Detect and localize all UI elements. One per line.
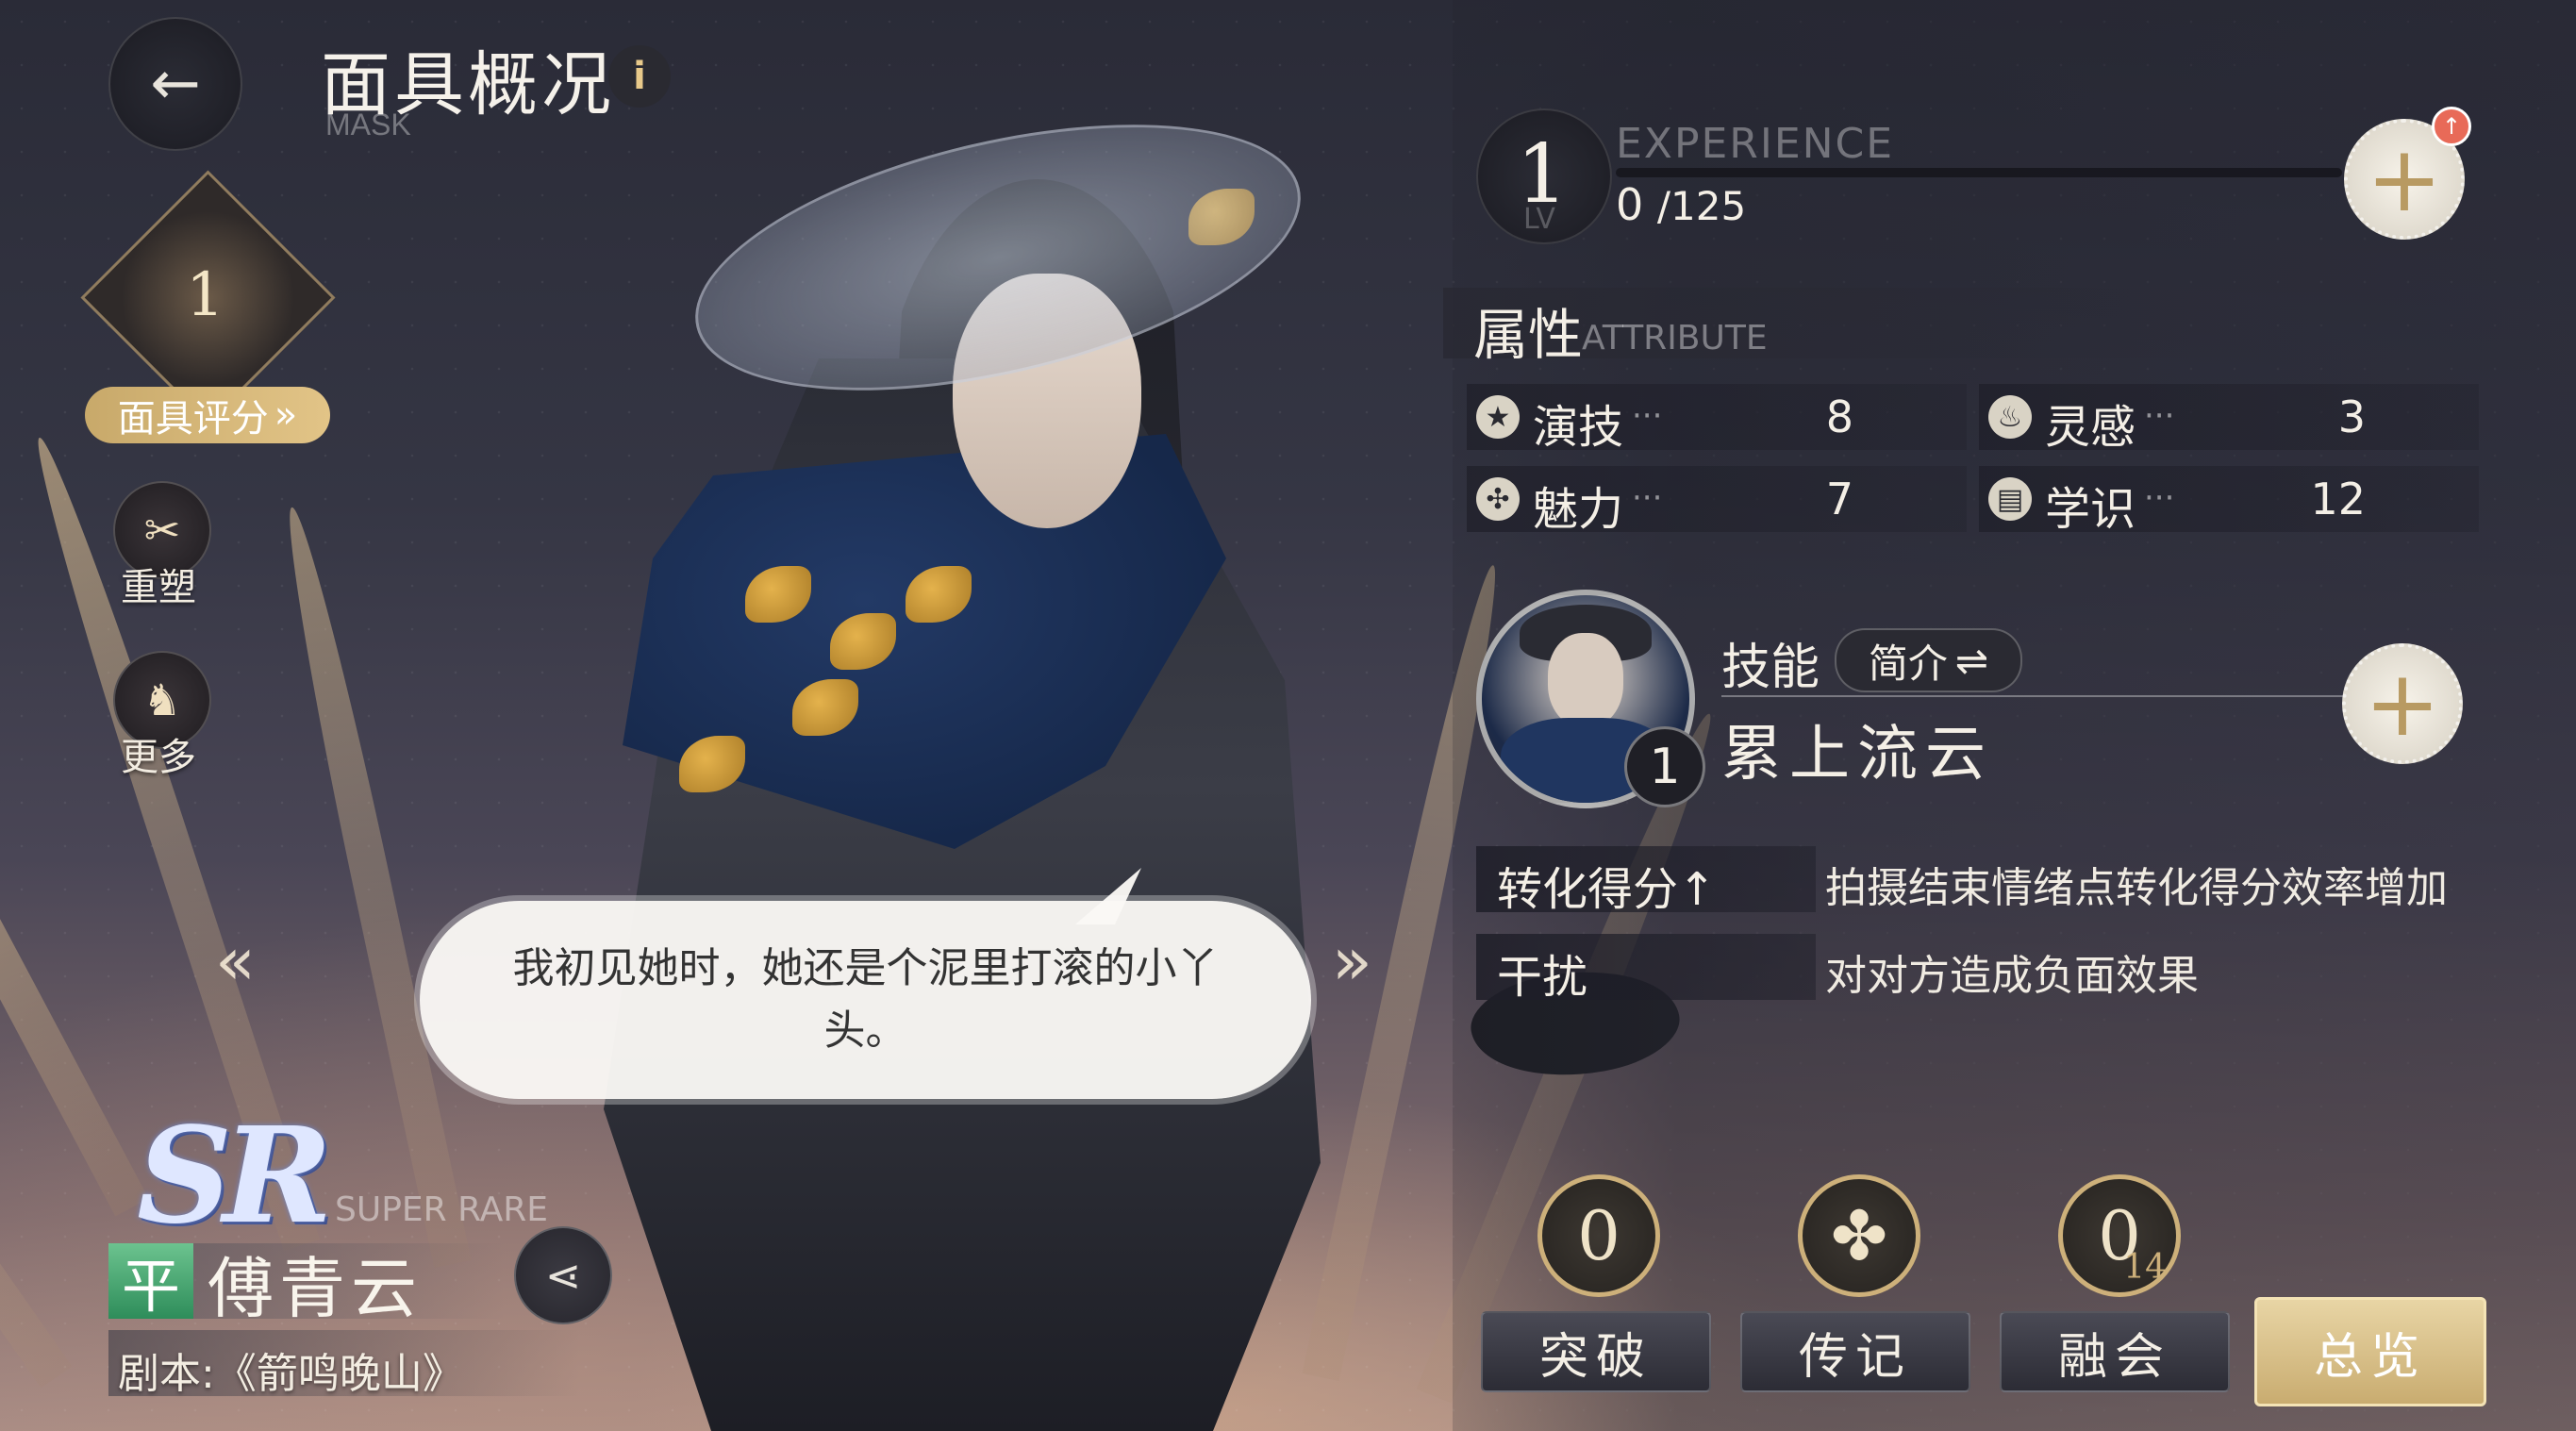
tab-breakthrough[interactable]: 突破 bbox=[1481, 1311, 1711, 1392]
swap-icon: ⇌ bbox=[1954, 637, 1989, 684]
fusion-medal[interactable]: 0 14 bbox=[2058, 1174, 2181, 1297]
share-button[interactable]: ⋖ bbox=[514, 1226, 612, 1324]
back-arrow-icon: ← bbox=[150, 49, 201, 119]
butterfly-mask-icon: ✂ bbox=[143, 505, 181, 556]
next-line-arrow[interactable]: » bbox=[1332, 923, 1372, 1000]
tab-fusion[interactable]: 融会 bbox=[2000, 1311, 2230, 1392]
level-text: LV bbox=[1523, 203, 1555, 236]
more-label: 更多 bbox=[121, 736, 196, 779]
grade-badge: 平 bbox=[108, 1243, 193, 1321]
rarity-text: SUPER RARE bbox=[335, 1190, 549, 1229]
skill-level: 1 bbox=[1624, 726, 1705, 807]
experience-label: EXPERIENCE bbox=[1616, 120, 1895, 168]
dialogue-text: 我初见她时，她还是个泥里打滚的小丫头。 bbox=[512, 944, 1219, 1055]
experience-max: /125 bbox=[1656, 183, 1747, 229]
attribute-row-charm: ✣ 魅力 ··· 7 bbox=[1467, 466, 1967, 536]
attribute-name: 灵感 bbox=[2045, 401, 2136, 454]
mask-rating-label: 面具评分 bbox=[117, 397, 269, 441]
game-screen: ← 面具概况 MASK i 1 面具评分 » ✂ 重塑 ♞ 更多 « » 我初见… bbox=[0, 0, 2576, 1431]
effect-description: 对对方造成负面效果 bbox=[1825, 952, 2199, 1000]
attribute-value: 7 bbox=[1825, 474, 1853, 524]
attribute-row-knowledge: ▤ 学识 ··· 12 bbox=[1979, 466, 2479, 536]
attribute-name: 演技 bbox=[1533, 401, 1624, 454]
flower-icon: ✤ bbox=[1830, 1196, 1888, 1275]
rank-value: 1 bbox=[186, 259, 224, 330]
figure-search-icon: ♞ bbox=[142, 674, 182, 725]
effect-description: 拍摄结束情绪点转化得分效率增加 bbox=[1825, 864, 2448, 912]
effect-row: 干扰 对对方造成负面效果 bbox=[1476, 934, 2467, 1004]
pinwheel-icon: ✣ bbox=[1476, 477, 1520, 521]
book-icon: ▤ bbox=[1988, 477, 2032, 521]
experience-value: 0 /125 bbox=[1616, 179, 1746, 230]
prev-line-arrow[interactable]: « bbox=[215, 923, 256, 1000]
mask-rank-badge[interactable]: 1 bbox=[80, 170, 336, 425]
effect-row: 转化得分↑ 拍摄结束情绪点转化得分效率增加 bbox=[1476, 846, 2467, 916]
skill-intro-label: 简介 bbox=[1868, 640, 1948, 687]
skill-name: 累上流云 bbox=[1721, 720, 1993, 790]
share-icon: ⋖ bbox=[544, 1250, 582, 1301]
back-button[interactable]: ← bbox=[108, 17, 242, 151]
attribute-dots: ··· bbox=[2144, 479, 2175, 517]
fusion-max: 14 bbox=[2123, 1248, 2167, 1287]
attribute-row-acting: ★ 演技 ··· 8 bbox=[1467, 384, 1967, 454]
tab-overview[interactable]: 总览 bbox=[2254, 1297, 2486, 1406]
plus-icon: + bbox=[2366, 126, 2443, 232]
double-chevron-right-icon: » bbox=[274, 393, 298, 437]
effect-key-box: 干扰 bbox=[1476, 934, 1816, 1004]
character-name: 傅青云 bbox=[208, 1250, 423, 1327]
skill-divider bbox=[1721, 695, 2344, 697]
reshape-label: 重塑 bbox=[121, 566, 196, 609]
rarity-logo: SR bbox=[137, 1099, 332, 1254]
biography-medal[interactable]: ✤ bbox=[1798, 1174, 1920, 1297]
attribute-subtitle: ATTRIBUTE bbox=[1582, 319, 1768, 358]
attribute-value: 8 bbox=[1825, 391, 1853, 442]
skill-label: 技能 bbox=[1721, 640, 1820, 696]
attribute-title: 属性 bbox=[1473, 303, 1584, 367]
portrait-face bbox=[1548, 633, 1623, 727]
effect-key: 干扰 bbox=[1497, 951, 1588, 1004]
add-skill-button[interactable]: + bbox=[2342, 643, 2463, 764]
attribute-row-inspiration: ♨ 灵感 ··· 3 bbox=[1979, 384, 2479, 454]
attribute-dots: ··· bbox=[1632, 479, 1663, 517]
page-subtitle: MASK bbox=[325, 108, 411, 141]
mask-rating-button[interactable]: 面具评分 » bbox=[85, 387, 330, 443]
script-label: 剧本:《箭鸣晚山》 bbox=[118, 1350, 464, 1398]
attribute-value: 12 bbox=[2310, 474, 2366, 524]
info-button[interactable]: i bbox=[608, 45, 671, 108]
attribute-dots: ··· bbox=[2144, 397, 2175, 435]
attribute-name: 魅力 bbox=[1533, 483, 1624, 536]
attribute-name: 学识 bbox=[2045, 483, 2136, 536]
experience-bar bbox=[1616, 168, 2342, 177]
tab-biography[interactable]: 传记 bbox=[1740, 1311, 1970, 1392]
experience-current: 0 bbox=[1616, 179, 1644, 230]
upgrade-alert-badge: ↑ bbox=[2432, 107, 2471, 146]
skill-intro-toggle[interactable]: 简介 ⇌ bbox=[1835, 628, 2022, 692]
effect-key-box: 转化得分↑ bbox=[1476, 846, 1816, 916]
plus-icon: + bbox=[2364, 651, 2441, 757]
breakthrough-value: 0 bbox=[1577, 1196, 1620, 1275]
star-icon: ★ bbox=[1476, 395, 1520, 439]
breakthrough-medal[interactable]: 0 bbox=[1537, 1174, 1660, 1297]
flame-icon: ♨ bbox=[1988, 395, 2032, 439]
dialogue-bubble[interactable]: 我初见她时，她还是个泥里打滚的小丫头。 bbox=[420, 901, 1311, 1099]
attribute-value: 3 bbox=[2337, 391, 2366, 442]
effect-key: 转化得分↑ bbox=[1497, 863, 1717, 916]
info-icon: i bbox=[633, 55, 646, 98]
attribute-dots: ··· bbox=[1632, 397, 1663, 435]
